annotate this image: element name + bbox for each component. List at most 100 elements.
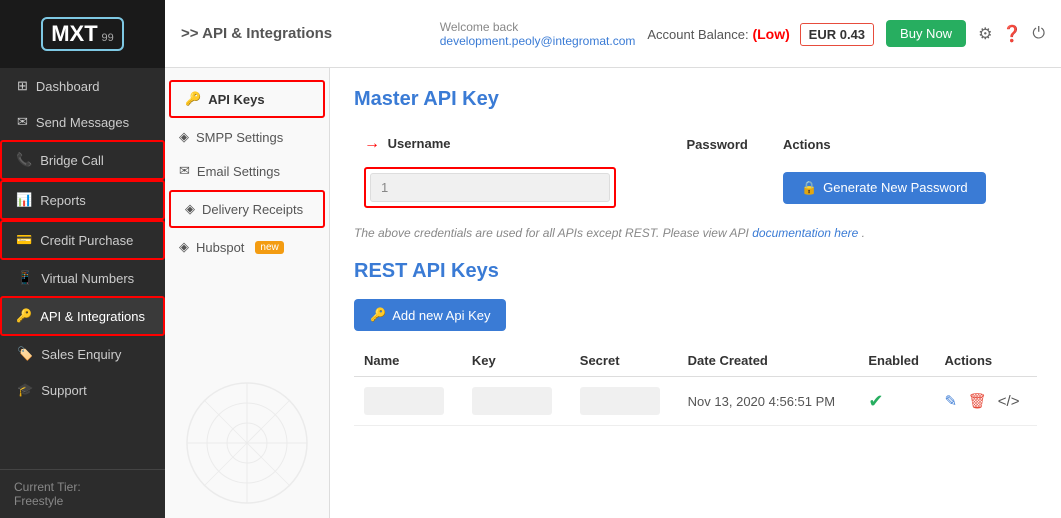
rest-row-name bbox=[354, 377, 462, 426]
balance-status: (Low) bbox=[752, 26, 789, 42]
rest-enabled-col: Enabled bbox=[858, 345, 934, 377]
receipt-icon: ◈ bbox=[185, 201, 195, 217]
sidebar-footer: Current Tier: Freestyle bbox=[0, 469, 165, 518]
sidebar-item-dashboard[interactable]: ⊞ Dashboard bbox=[0, 68, 165, 104]
code-icon[interactable]: </> bbox=[998, 393, 1020, 410]
rest-api-table: Name Key Secret Date Created Enabled Act… bbox=[354, 345, 1037, 426]
gear-icon[interactable]: ⚙ bbox=[978, 24, 992, 44]
rest-secret-col: Secret bbox=[570, 345, 678, 377]
page-content: Master API Key → Username Password Actio… bbox=[330, 68, 1061, 518]
delete-icon[interactable]: 🗑 bbox=[968, 393, 987, 410]
dashboard-icon: ⊞ bbox=[17, 78, 28, 94]
smpp-icon: ◈ bbox=[179, 129, 189, 145]
tier-label: Current Tier: bbox=[14, 480, 81, 494]
master-api-table: → Username Password Actions bbox=[354, 127, 1037, 214]
key-small-icon: 🔑 bbox=[185, 91, 201, 107]
sidebar-item-send-messages[interactable]: ✉ Send Messages bbox=[0, 104, 165, 140]
rest-name-blur bbox=[364, 387, 444, 415]
sub-sidebar-item-delivery-receipts[interactable]: ◈ Delivery Receipts bbox=[169, 190, 325, 228]
sub-sidebar-item-hubspot[interactable]: ◈ Hubspot new bbox=[165, 230, 329, 264]
sidebar-item-virtual-numbers[interactable]: 📱 Virtual Numbers bbox=[0, 260, 165, 296]
lock-icon: 🔒 bbox=[801, 180, 817, 196]
rest-actions-col: Actions bbox=[934, 345, 1037, 377]
sub-sidebar-label: Hubspot bbox=[196, 240, 244, 255]
sidebar-item-support[interactable]: 🎓 Support bbox=[0, 372, 165, 408]
sidebar-item-bridge-call[interactable]: 📞 Bridge Call bbox=[0, 140, 165, 180]
rest-key-blur bbox=[472, 387, 552, 415]
sidebar-item-label: API & Integrations bbox=[40, 309, 145, 324]
support-icon: 🎓 bbox=[17, 382, 33, 398]
enabled-check-icon: ✔ bbox=[868, 391, 883, 411]
sub-sidebar: 🔑 API Keys ◈ SMPP Settings ✉ Email Setti… bbox=[165, 68, 330, 518]
email-icon: ✉ bbox=[179, 163, 190, 179]
sidebar-item-label: Virtual Numbers bbox=[41, 271, 134, 286]
main-wrapper: >> API & Integrations Welcome back devel… bbox=[165, 0, 1061, 518]
sub-sidebar-label: SMPP Settings bbox=[196, 130, 283, 145]
chat-icon: ✉ bbox=[17, 114, 28, 130]
generate-password-button[interactable]: 🔒 Generate New Password bbox=[783, 172, 986, 204]
logo-text: MXT bbox=[51, 21, 97, 46]
chart-icon: 📊 bbox=[16, 192, 32, 208]
account-balance-label: Account Balance: bbox=[647, 27, 748, 42]
header-icons: ⚙ ❓ ⏻ bbox=[978, 24, 1045, 44]
rest-date-col: Date Created bbox=[678, 345, 859, 377]
sub-sidebar-item-email[interactable]: ✉ Email Settings bbox=[165, 154, 329, 188]
rest-api-row: Nov 13, 2020 4:56:51 PM ✔ ✎ 🗑 </> bbox=[354, 377, 1037, 426]
sidebar-item-reports[interactable]: 📊 Reports bbox=[0, 180, 165, 220]
username-input[interactable] bbox=[370, 173, 610, 202]
username-cell bbox=[354, 161, 676, 214]
username-input-wrapper bbox=[364, 167, 616, 208]
sidebar-item-api-integrations[interactable]: 🔑 API & Integrations bbox=[0, 296, 165, 336]
welcome-block: Welcome back development.peoly@integroma… bbox=[440, 20, 636, 48]
sidebar-item-label: Support bbox=[41, 383, 87, 398]
password-cell bbox=[676, 161, 773, 214]
content-area: 🔑 API Keys ◈ SMPP Settings ✉ Email Setti… bbox=[165, 68, 1061, 518]
sidebar-item-label: Bridge Call bbox=[40, 153, 104, 168]
sidebar-nav: ⊞ Dashboard ✉ Send Messages 📞 Bridge Cal… bbox=[0, 68, 165, 469]
sub-sidebar-item-smpp[interactable]: ◈ SMPP Settings bbox=[165, 120, 329, 154]
watermark-graphic bbox=[182, 378, 312, 508]
rest-name-col: Name bbox=[354, 345, 462, 377]
add-key-icon: 🔑 bbox=[370, 307, 386, 323]
sidebar-item-label: Sales Enquiry bbox=[41, 347, 121, 362]
new-badge: new bbox=[255, 241, 283, 254]
documentation-link[interactable]: documentation here bbox=[752, 226, 858, 240]
tier-value: Freestyle bbox=[14, 494, 63, 508]
sidebar-item-credit-purchase[interactable]: 💳 Credit Purchase bbox=[0, 220, 165, 260]
sub-sidebar-item-api-keys[interactable]: 🔑 API Keys bbox=[169, 80, 325, 118]
edit-icon[interactable]: ✎ bbox=[944, 393, 957, 410]
mobile-icon: 📱 bbox=[17, 270, 33, 286]
actions-col-header: Actions bbox=[773, 127, 1037, 161]
welcome-email: development.peoly@integromat.com bbox=[440, 34, 636, 48]
sub-sidebar-label: Delivery Receipts bbox=[202, 202, 303, 217]
logo-area: MXT 99 bbox=[0, 0, 165, 68]
sub-sidebar-label: Email Settings bbox=[197, 164, 280, 179]
buy-now-button[interactable]: Buy Now bbox=[886, 20, 966, 47]
password-col-header: Password bbox=[676, 127, 773, 161]
sidebar-item-label: Send Messages bbox=[36, 115, 129, 130]
breadcrumb: >> API & Integrations bbox=[181, 25, 332, 42]
tag-icon: 🏷️ bbox=[17, 346, 33, 362]
key-icon: 🔑 bbox=[16, 308, 32, 324]
balance-block: Account Balance: (Low) EUR 0.43 bbox=[647, 26, 874, 42]
api-note: The above credentials are used for all A… bbox=[354, 226, 1037, 240]
sidebar-item-label: Dashboard bbox=[36, 79, 100, 94]
sub-sidebar-label: API Keys bbox=[208, 92, 264, 107]
actions-cell: 🔒 Generate New Password bbox=[773, 161, 1037, 214]
credit-icon: 💳 bbox=[16, 232, 32, 248]
sidebar-item-sales-enquiry[interactable]: 🏷️ Sales Enquiry bbox=[0, 336, 165, 372]
welcome-text: Welcome back bbox=[440, 20, 636, 34]
rest-row-key bbox=[462, 377, 570, 426]
top-header: >> API & Integrations Welcome back devel… bbox=[165, 0, 1061, 68]
rest-row-date: Nov 13, 2020 4:56:51 PM bbox=[678, 377, 859, 426]
header-right: Welcome back development.peoly@integroma… bbox=[440, 20, 1045, 48]
phone-icon: 📞 bbox=[16, 152, 32, 168]
rest-key-col: Key bbox=[462, 345, 570, 377]
help-icon[interactable]: ❓ bbox=[1002, 24, 1022, 44]
add-api-key-button[interactable]: 🔑 Add new Api Key bbox=[354, 299, 506, 331]
rest-row-actions: ✎ 🗑 </> bbox=[934, 377, 1037, 426]
power-icon[interactable]: ⏻ bbox=[1032, 25, 1045, 43]
sidebar-item-label: Reports bbox=[40, 193, 86, 208]
sidebar: MXT 99 ⊞ Dashboard ✉ Send Messages 📞 Bri… bbox=[0, 0, 165, 518]
sidebar-item-label: Credit Purchase bbox=[40, 233, 133, 248]
